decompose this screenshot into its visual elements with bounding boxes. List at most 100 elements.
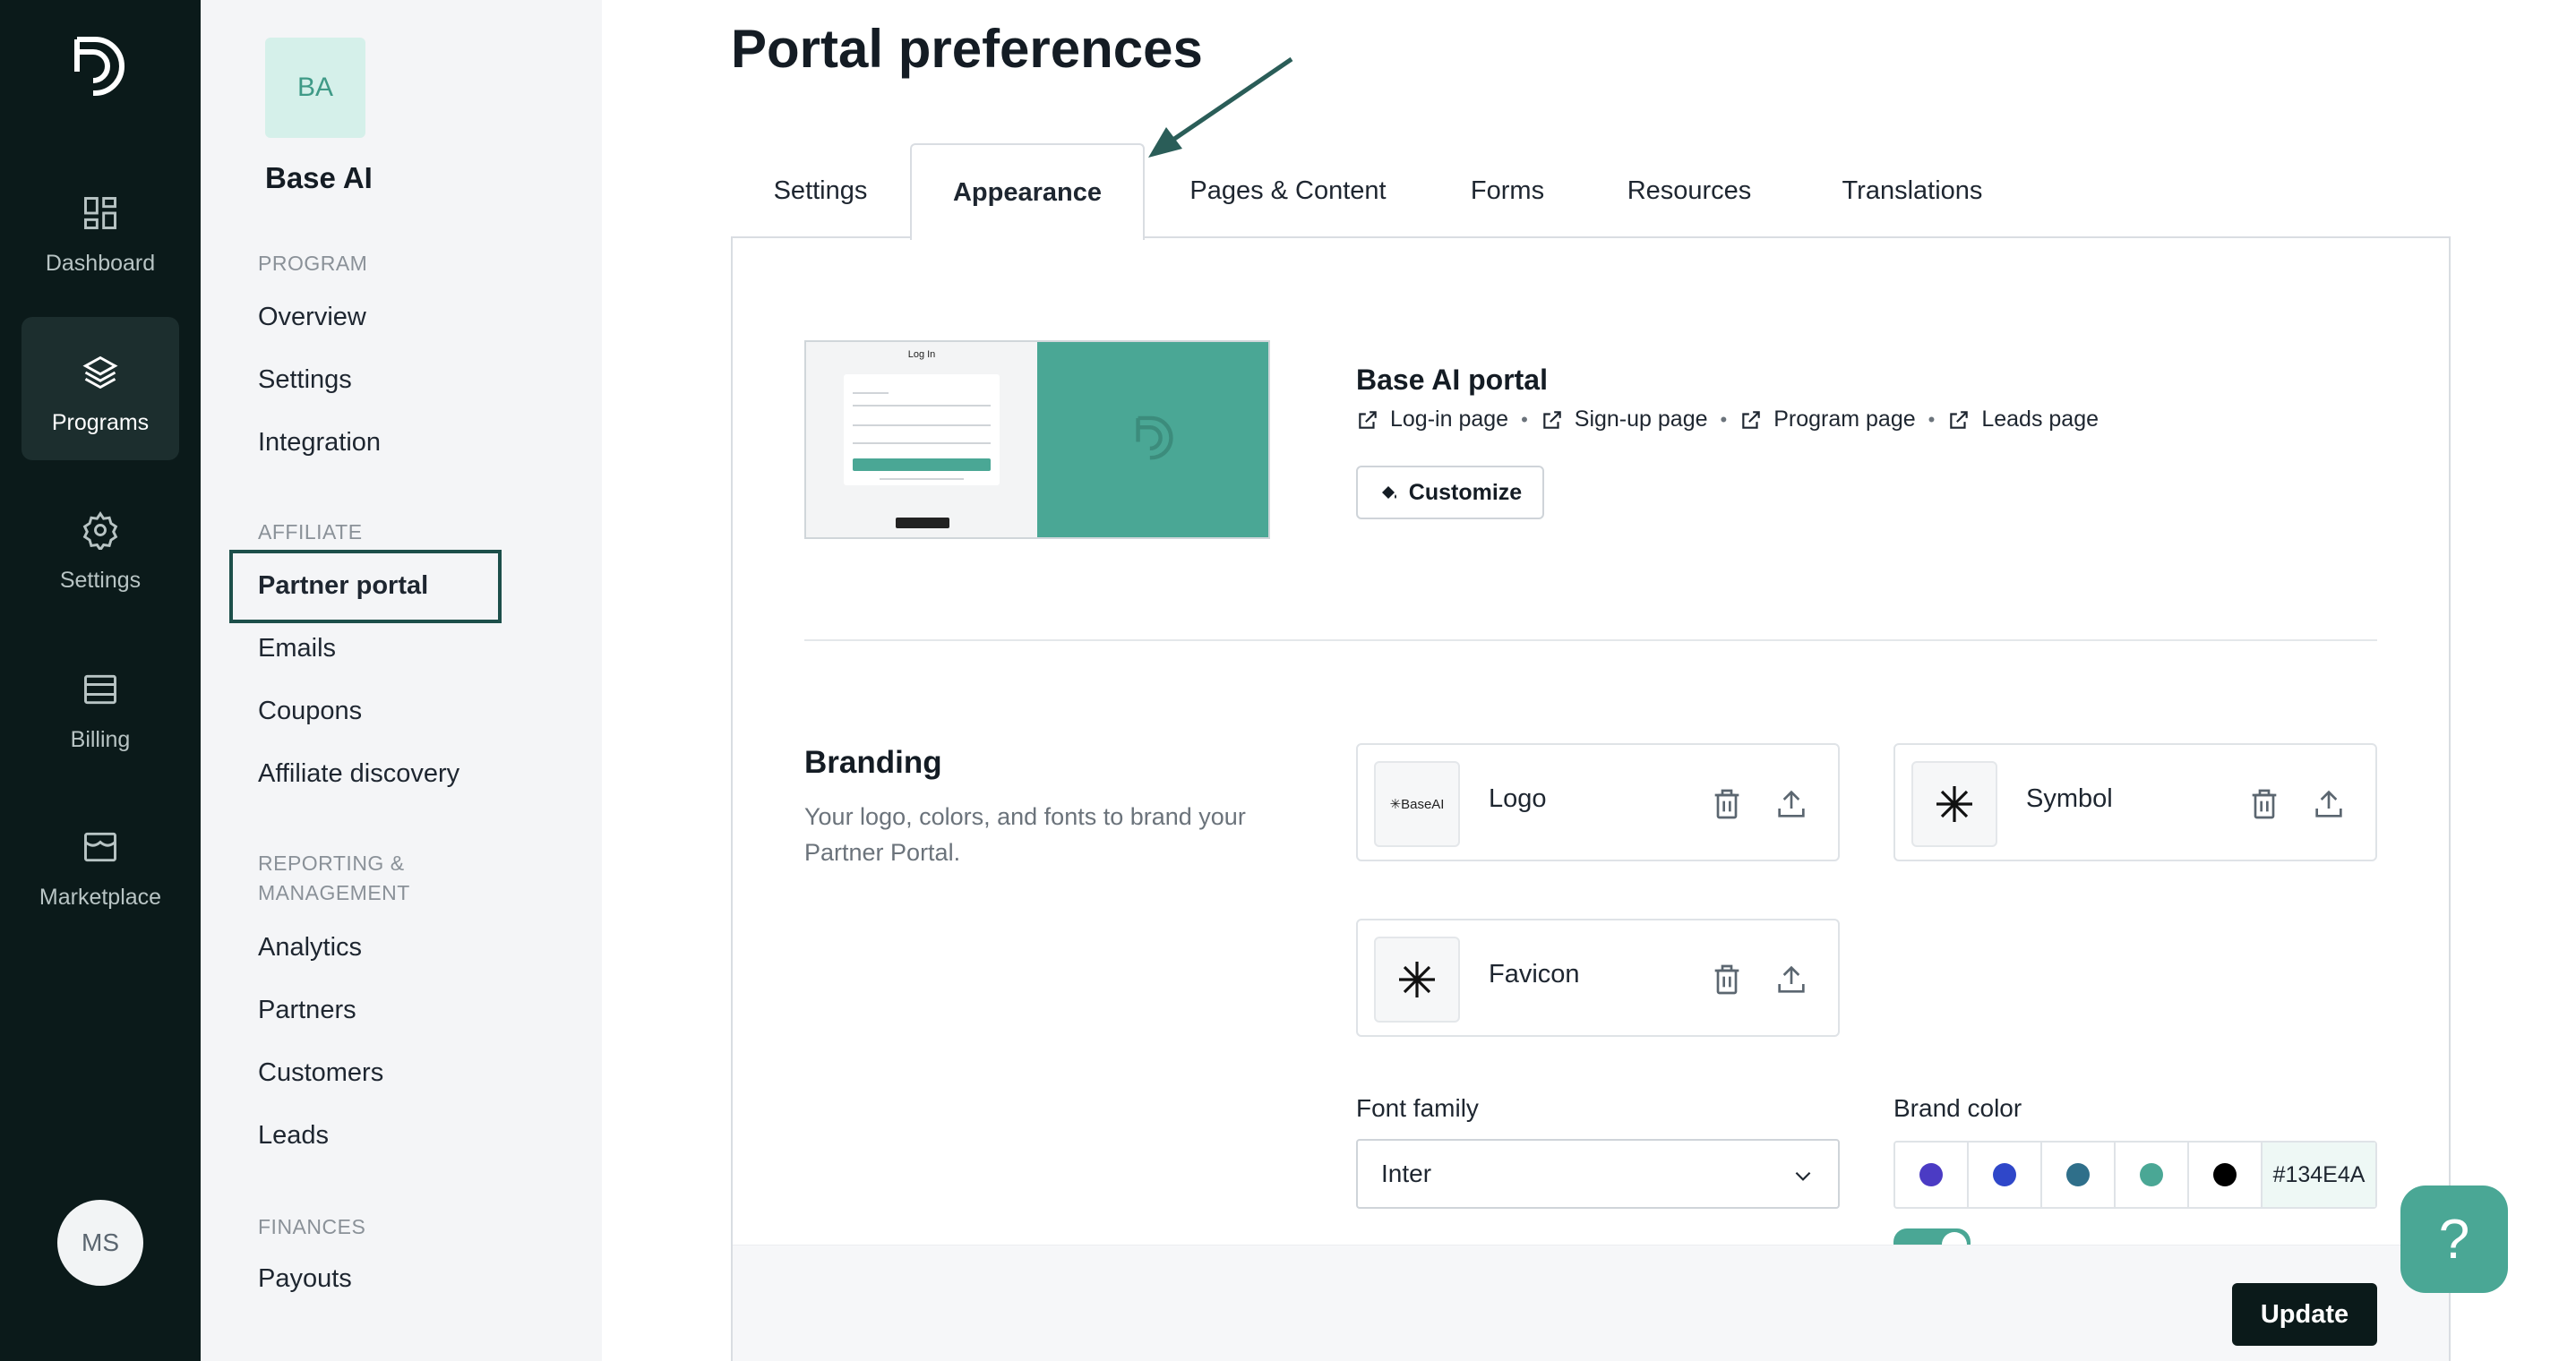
- rail-item-dashboard[interactable]: Dashboard: [21, 158, 179, 301]
- favicon-asset-card: Favicon: [1356, 919, 1840, 1037]
- rail-item-settings[interactable]: Settings: [21, 475, 179, 618]
- login-page-link[interactable]: Log-in page: [1356, 407, 1508, 432]
- section-divider: [804, 639, 2377, 641]
- brand-color-picker: #134E4A: [1893, 1141, 2377, 1209]
- section-title-program: PROGRAM: [258, 252, 368, 275]
- sidebar-item-integration[interactable]: Integration: [258, 428, 381, 458]
- tab-translations[interactable]: Translations: [1795, 143, 2030, 238]
- sidebar-item-overview[interactable]: Overview: [258, 303, 366, 332]
- sidebar-item-partners[interactable]: Partners: [258, 996, 356, 1025]
- link-label: Program page: [1773, 407, 1916, 432]
- org-name: Base AI: [265, 161, 373, 194]
- layers-icon: [82, 355, 118, 389]
- sidebar-item-coupons[interactable]: Coupons: [258, 697, 362, 726]
- program-page-link[interactable]: Program page: [1739, 407, 1916, 432]
- billing-icon: [84, 674, 116, 705]
- main-content: Portal preferences Settings Appearance P…: [602, 0, 2576, 1361]
- leads-page-link[interactable]: Leads page: [1947, 407, 2099, 432]
- upload-icon[interactable]: [1773, 786, 1809, 822]
- logo-asset-card: ✳BaseAI Logo: [1356, 743, 1840, 861]
- org-badge: BA: [265, 38, 365, 138]
- logo-thumbnail: ✳BaseAI: [1374, 761, 1460, 847]
- rail-label: Dashboard: [45, 251, 156, 276]
- external-link-icon: [1950, 410, 1969, 429]
- preview-login-title: Log In: [907, 349, 936, 360]
- external-link-icon: [1742, 410, 1760, 429]
- separator-dot: •: [1928, 407, 1936, 431]
- signup-page-link[interactable]: Sign-up page: [1541, 407, 1708, 432]
- external-link-icon: [1543, 410, 1561, 429]
- link-label: Leads page: [1981, 407, 2099, 432]
- font-family-label: Font family: [1356, 1094, 1479, 1122]
- color-swatch[interactable]: [2042, 1143, 2116, 1207]
- favicon-thumbnail: [1374, 937, 1460, 1023]
- separator-dot: •: [1720, 407, 1728, 431]
- separator-dot: •: [1521, 407, 1528, 431]
- tab-pages-content[interactable]: Pages & Content: [1145, 143, 1431, 238]
- rail-label: Billing: [70, 727, 131, 752]
- asterisk-icon: [1399, 962, 1435, 997]
- sidebar-item-affiliate-discovery[interactable]: Affiliate discovery: [258, 759, 459, 789]
- upload-icon[interactable]: [1773, 962, 1809, 997]
- appearance-panel: Log In Base AI portal Log-in page • Sign…: [731, 236, 2451, 1361]
- trash-icon[interactable]: [1709, 786, 1745, 822]
- asterisk-icon: [1936, 786, 1972, 822]
- rail-item-marketplace[interactable]: Marketplace: [21, 792, 179, 935]
- color-swatch[interactable]: [2189, 1143, 2263, 1207]
- sidebar-item-settings[interactable]: Settings: [258, 365, 352, 395]
- customize-label: Customize: [1408, 479, 1523, 505]
- paint-bucket-icon: [1381, 486, 1396, 499]
- asset-label: Favicon: [1489, 960, 1580, 989]
- sidebar-item-leads[interactable]: Leads: [258, 1121, 329, 1151]
- sidebar-item-payouts[interactable]: Payouts: [258, 1264, 352, 1294]
- sidebar: BA Base AI PROGRAM Overview Settings Int…: [201, 0, 602, 1361]
- gear-icon: [82, 511, 118, 550]
- color-swatch[interactable]: [2116, 1143, 2189, 1207]
- trash-icon[interactable]: [2246, 786, 2282, 822]
- preview-powered-badge: [896, 518, 949, 528]
- app-logo-icon[interactable]: [72, 36, 127, 104]
- font-family-select[interactable]: Inter: [1356, 1139, 1840, 1209]
- portal-name: Base AI portal: [1356, 364, 1548, 396]
- sidebar-item-customers[interactable]: Customers: [258, 1058, 383, 1088]
- tab-appearance[interactable]: Appearance: [910, 143, 1145, 240]
- sidebar-item-partner-portal[interactable]: Partner portal: [258, 571, 428, 601]
- brand-symbol-icon: [1136, 415, 1173, 460]
- color-swatch[interactable]: [1895, 1143, 1969, 1207]
- sidebar-item-emails[interactable]: Emails: [258, 634, 336, 663]
- trash-icon[interactable]: [1709, 962, 1745, 997]
- tab-resources[interactable]: Resources: [1584, 143, 1795, 238]
- asset-label: Logo: [1489, 784, 1547, 813]
- color-swatch[interactable]: [1969, 1143, 2042, 1207]
- link-label: Log-in page: [1390, 407, 1509, 432]
- store-icon: [84, 832, 116, 862]
- hex-color-input[interactable]: #134E4A: [2263, 1143, 2375, 1207]
- portal-links: Log-in page • Sign-up page • Program pag…: [1356, 407, 2099, 432]
- rail-label: Programs: [51, 410, 150, 435]
- rail-label: Settings: [59, 568, 142, 593]
- sidebar-item-analytics[interactable]: Analytics: [258, 933, 362, 963]
- brand-color-label: Brand color: [1893, 1094, 2022, 1122]
- help-button[interactable]: ?: [2400, 1186, 2508, 1293]
- asset-label: Symbol: [2026, 784, 2113, 813]
- avatar[interactable]: MS: [57, 1200, 143, 1286]
- branding-description: Your logo, colors, and fonts to brand yo…: [804, 803, 1246, 866]
- footer-bar: Update: [733, 1245, 2449, 1361]
- section-title-reporting: REPORTING & MANAGEMENT: [258, 852, 410, 904]
- link-label: Sign-up page: [1574, 407, 1708, 432]
- portal-preview[interactable]: Log In: [804, 340, 1270, 539]
- rail-item-billing[interactable]: Billing: [21, 634, 179, 777]
- chevron-down-icon: [1795, 1171, 1811, 1181]
- external-link-icon: [1359, 410, 1377, 429]
- preview-login-pane: Log In: [806, 342, 1037, 537]
- upload-icon[interactable]: [2311, 786, 2347, 822]
- symbol-asset-card: Symbol: [1893, 743, 2377, 861]
- dashboard-icon: [84, 197, 116, 229]
- page-title: Portal preferences: [731, 19, 1203, 79]
- preview-login-card: [844, 374, 1000, 485]
- customize-button[interactable]: Customize: [1356, 466, 1544, 519]
- tab-settings[interactable]: Settings: [731, 143, 910, 238]
- tab-forms[interactable]: Forms: [1431, 143, 1584, 238]
- update-button[interactable]: Update: [2232, 1283, 2377, 1346]
- rail-item-programs[interactable]: Programs: [21, 317, 179, 460]
